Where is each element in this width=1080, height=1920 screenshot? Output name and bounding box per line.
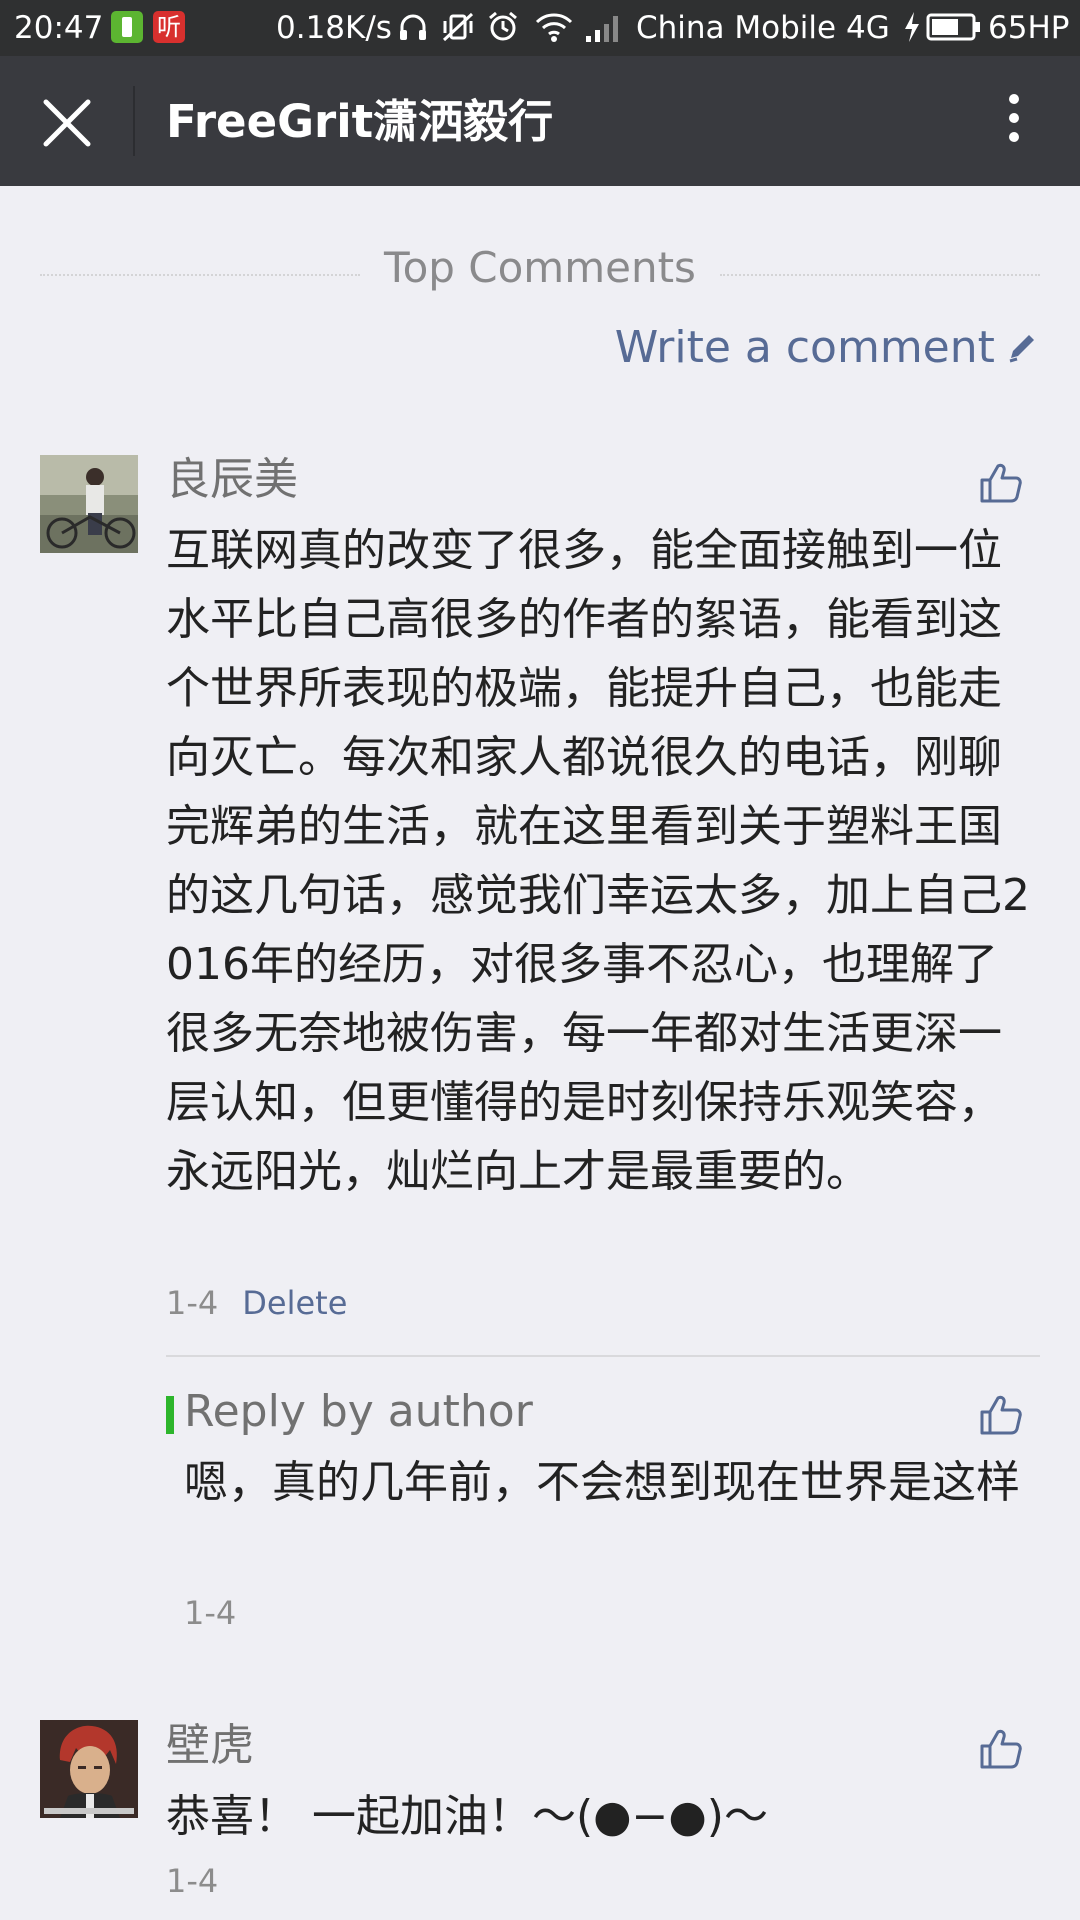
wifi-icon	[535, 13, 573, 42]
network-speed: 0.18K/s	[276, 10, 392, 46]
page-title: FreeGrit潇洒毅行	[166, 95, 554, 148]
write-comment-label: Write a comment	[614, 322, 995, 373]
battery-app-icon	[111, 11, 143, 43]
battery-level: 65HP	[988, 10, 1070, 46]
reply-indicator-bar	[166, 1396, 174, 1434]
comment-text: 恭喜！ 一起加油！～(●−●)～	[166, 1791, 768, 1842]
heading-divider-right	[720, 274, 1040, 276]
charging-icon	[905, 12, 919, 42]
listen-app-icon: 听	[153, 11, 185, 43]
comment-text: 互联网真的改变了很多，能全面接触到一位水平比自己高很多的作者的絮语，能看到这个世…	[166, 525, 1030, 1197]
battery-icon	[926, 13, 980, 41]
alarm-icon	[489, 11, 517, 41]
pencil-icon	[1009, 335, 1034, 363]
like-button[interactable]	[978, 1726, 1024, 1772]
network-type: 4G	[846, 10, 890, 46]
reply-divider	[166, 1355, 1040, 1357]
more-vertical-icon	[992, 94, 1036, 142]
headphones-icon	[400, 14, 426, 40]
carrier-name: China Mobile	[636, 10, 837, 46]
status-time: 20:47	[14, 10, 104, 46]
comment-meta: 1-4 Delete	[166, 1282, 347, 1324]
reply-date: 1-4	[184, 1594, 237, 1632]
reply-like-button[interactable]	[978, 1392, 1024, 1438]
comment-date: 1-4	[166, 1284, 219, 1322]
reply-text: 嗯，真的几年前，不会想到现在世界是这样	[184, 1457, 1020, 1508]
thumbs-up-icon	[980, 1729, 1022, 1769]
like-button[interactable]	[978, 460, 1024, 506]
write-comment-button[interactable]: Write a comment	[560, 320, 1038, 376]
thumbs-up-icon	[980, 1395, 1022, 1435]
thumbs-up-icon	[980, 463, 1022, 503]
comment-date: 1-4	[166, 1862, 219, 1900]
title-bar: FreeGrit潇洒毅行	[0, 56, 1080, 186]
vibrate-mute-icon	[442, 12, 474, 42]
delete-button[interactable]: Delete	[242, 1284, 347, 1322]
close-icon	[43, 99, 91, 147]
comment-author[interactable]: 壁虎	[166, 1718, 254, 1774]
status-bar: 20:47 听 0.18K/s China Mobile 4G 65HP	[0, 0, 1080, 56]
more-options-button[interactable]	[992, 94, 1036, 154]
avatar[interactable]	[40, 1720, 138, 1818]
comment-author[interactable]: 良辰美	[166, 452, 298, 508]
title-divider	[133, 86, 135, 156]
section-heading: Top Comments	[384, 243, 696, 292]
reply-label: Reply by author	[184, 1386, 533, 1437]
close-button[interactable]	[36, 92, 98, 154]
heading-divider-left	[40, 274, 360, 276]
signal-icon	[586, 16, 618, 42]
avatar[interactable]	[40, 455, 138, 553]
